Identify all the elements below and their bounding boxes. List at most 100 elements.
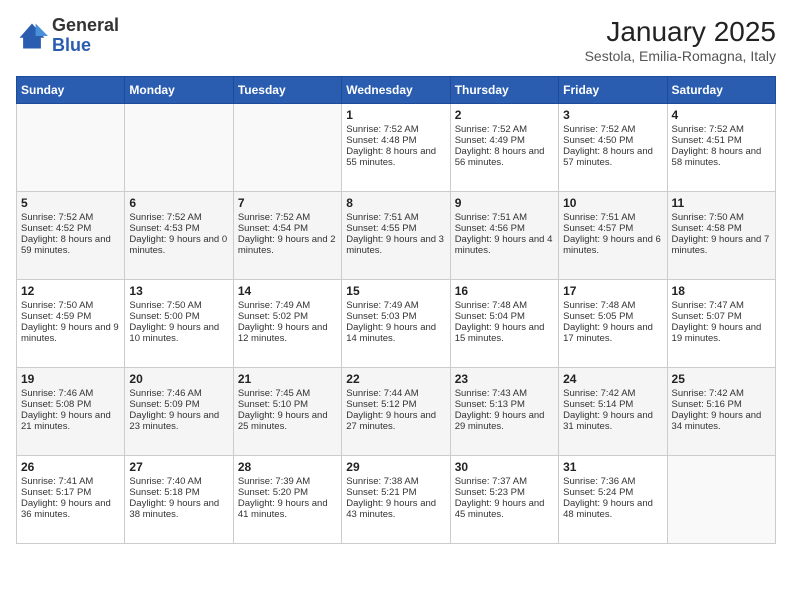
day-number: 9 (455, 196, 554, 210)
calendar-table: SundayMondayTuesdayWednesdayThursdayFrid… (16, 76, 776, 544)
day-info: Daylight: 9 hours and 38 minutes. (129, 498, 228, 520)
day-info: Sunrise: 7:49 AM (238, 300, 337, 311)
day-info: Sunrise: 7:47 AM (672, 300, 771, 311)
day-number: 17 (563, 284, 662, 298)
day-info: Sunrise: 7:42 AM (563, 388, 662, 399)
day-info: Daylight: 8 hours and 58 minutes. (672, 146, 771, 168)
day-number: 7 (238, 196, 337, 210)
day-number: 27 (129, 460, 228, 474)
day-info: Sunrise: 7:48 AM (563, 300, 662, 311)
day-info: Daylight: 9 hours and 4 minutes. (455, 234, 554, 256)
day-info: Sunrise: 7:37 AM (455, 476, 554, 487)
day-info: Sunrise: 7:46 AM (21, 388, 120, 399)
day-info: Sunrise: 7:41 AM (21, 476, 120, 487)
day-header-saturday: Saturday (667, 77, 775, 104)
day-info: Daylight: 9 hours and 12 minutes. (238, 322, 337, 344)
day-info: Daylight: 9 hours and 2 minutes. (238, 234, 337, 256)
day-number: 4 (672, 108, 771, 122)
day-info: Sunrise: 7:43 AM (455, 388, 554, 399)
week-row-5: 26Sunrise: 7:41 AMSunset: 5:17 PMDayligh… (17, 456, 776, 544)
calendar-cell (667, 456, 775, 544)
day-info: Sunset: 4:50 PM (563, 135, 662, 146)
calendar-cell: 26Sunrise: 7:41 AMSunset: 5:17 PMDayligh… (17, 456, 125, 544)
day-info: Daylight: 9 hours and 48 minutes. (563, 498, 662, 520)
day-info: Sunrise: 7:52 AM (21, 212, 120, 223)
calendar-cell: 3Sunrise: 7:52 AMSunset: 4:50 PMDaylight… (559, 104, 667, 192)
day-info: Daylight: 9 hours and 15 minutes. (455, 322, 554, 344)
day-header-monday: Monday (125, 77, 233, 104)
day-info: Sunset: 4:59 PM (21, 311, 120, 322)
day-header-friday: Friday (559, 77, 667, 104)
day-number: 10 (563, 196, 662, 210)
day-info: Sunset: 4:49 PM (455, 135, 554, 146)
day-info: Sunrise: 7:49 AM (346, 300, 445, 311)
day-info: Sunset: 4:53 PM (129, 223, 228, 234)
day-number: 19 (21, 372, 120, 386)
day-info: Daylight: 9 hours and 3 minutes. (346, 234, 445, 256)
day-header-thursday: Thursday (450, 77, 558, 104)
day-number: 20 (129, 372, 228, 386)
calendar-cell: 10 Sunrise: 7:51 AMSunset: 4:57 PMDayligh… (559, 192, 667, 280)
day-number: 6 (129, 196, 228, 210)
calendar-body: 1Sunrise: 7:52 AMSunset: 4:48 PMDaylight… (17, 104, 776, 544)
day-info: Sunrise: 7:38 AM (346, 476, 445, 487)
calendar-cell: 25Sunrise: 7:42 AMSunset: 5:16 PMDayligh… (667, 368, 775, 456)
day-info: Sunset: 5:18 PM (129, 487, 228, 498)
calendar-cell: 5Sunrise: 7:52 AMSunset: 4:52 PMDaylight… (17, 192, 125, 280)
day-number: 14 (238, 284, 337, 298)
logo: General Blue (16, 16, 119, 56)
calendar-cell: 22Sunrise: 7:44 AMSunset: 5:12 PMDayligh… (342, 368, 450, 456)
day-info: Sunset: 4:57 PM (563, 223, 662, 234)
day-info: Sunset: 5:09 PM (129, 399, 228, 410)
day-info: Daylight: 9 hours and 17 minutes. (563, 322, 662, 344)
day-info: Sunrise: 7:42 AM (672, 388, 771, 399)
day-number: 31 (563, 460, 662, 474)
day-info: Daylight: 9 hours and 41 minutes. (238, 498, 337, 520)
day-info: Daylight: 9 hours and 6 minutes. (563, 234, 662, 256)
day-number: 15 (346, 284, 445, 298)
day-info: Sunset: 4:51 PM (672, 135, 771, 146)
day-info: Sunset: 5:24 PM (563, 487, 662, 498)
day-header-wednesday: Wednesday (342, 77, 450, 104)
day-header-tuesday: Tuesday (233, 77, 341, 104)
day-info: Sunrise: 7:52 AM (238, 212, 337, 223)
day-info: Sunset: 4:48 PM (346, 135, 445, 146)
day-info: Sunset: 5:07 PM (672, 311, 771, 322)
day-info: Sunrise: 7:51 AM (563, 212, 662, 223)
day-info: Daylight: 9 hours and 31 minutes. (563, 410, 662, 432)
day-info: Daylight: 9 hours and 21 minutes. (21, 410, 120, 432)
day-header-sunday: Sunday (17, 77, 125, 104)
logo-blue-text: Blue (52, 36, 119, 56)
calendar-cell: 2Sunrise: 7:52 AMSunset: 4:49 PMDaylight… (450, 104, 558, 192)
day-number: 12 (21, 284, 120, 298)
calendar-cell: 8Sunrise: 7:51 AMSunset: 4:55 PMDaylight… (342, 192, 450, 280)
day-info: Sunset: 5:16 PM (672, 399, 771, 410)
day-info: Sunset: 4:54 PM (238, 223, 337, 234)
calendar-cell: 1Sunrise: 7:52 AMSunset: 4:48 PMDaylight… (342, 104, 450, 192)
day-info: Daylight: 9 hours and 25 minutes. (238, 410, 337, 432)
day-info: Sunset: 5:23 PM (455, 487, 554, 498)
day-info: Daylight: 8 hours and 56 minutes. (455, 146, 554, 168)
logo-icon (16, 20, 48, 52)
week-row-1: 1Sunrise: 7:52 AMSunset: 4:48 PMDaylight… (17, 104, 776, 192)
calendar-cell: 28Sunrise: 7:39 AMSunset: 5:20 PMDayligh… (233, 456, 341, 544)
calendar-cell: 30Sunrise: 7:37 AMSunset: 5:23 PMDayligh… (450, 456, 558, 544)
day-number: 21 (238, 372, 337, 386)
day-info: Sunset: 4:58 PM (672, 223, 771, 234)
day-info: Sunset: 5:02 PM (238, 311, 337, 322)
calendar-cell: 19Sunrise: 7:46 AMSunset: 5:08 PMDayligh… (17, 368, 125, 456)
day-info: Daylight: 9 hours and 36 minutes. (21, 498, 120, 520)
week-row-3: 12 Sunrise: 7:50 AMSunset: 4:59 PM Dayligh… (17, 280, 776, 368)
day-info: Sunrise: 7:50 AM (21, 300, 120, 311)
calendar-cell: 23Sunrise: 7:43 AMSunset: 5:13 PMDayligh… (450, 368, 558, 456)
day-info: Sunset: 4:55 PM (346, 223, 445, 234)
day-number: 18 (672, 284, 771, 298)
day-info: Sunrise: 7:40 AM (129, 476, 228, 487)
calendar-cell: 4Sunrise: 7:52 AMSunset: 4:51 PMDaylight… (667, 104, 775, 192)
calendar-cell: 11Sunrise: 7:50 AMSunset: 4:58 PMDayligh… (667, 192, 775, 280)
day-info: Sunset: 5:12 PM (346, 399, 445, 410)
day-info: Sunrise: 7:36 AM (563, 476, 662, 487)
calendar-cell: 31 Sunrise: 7:36 AMSunset: 5:24 PMDayligh… (559, 456, 667, 544)
calendar-header: SundayMondayTuesdayWednesdayThursdayFrid… (17, 77, 776, 104)
calendar-cell: 6Sunrise: 7:52 AMSunset: 4:53 PMDaylight… (125, 192, 233, 280)
